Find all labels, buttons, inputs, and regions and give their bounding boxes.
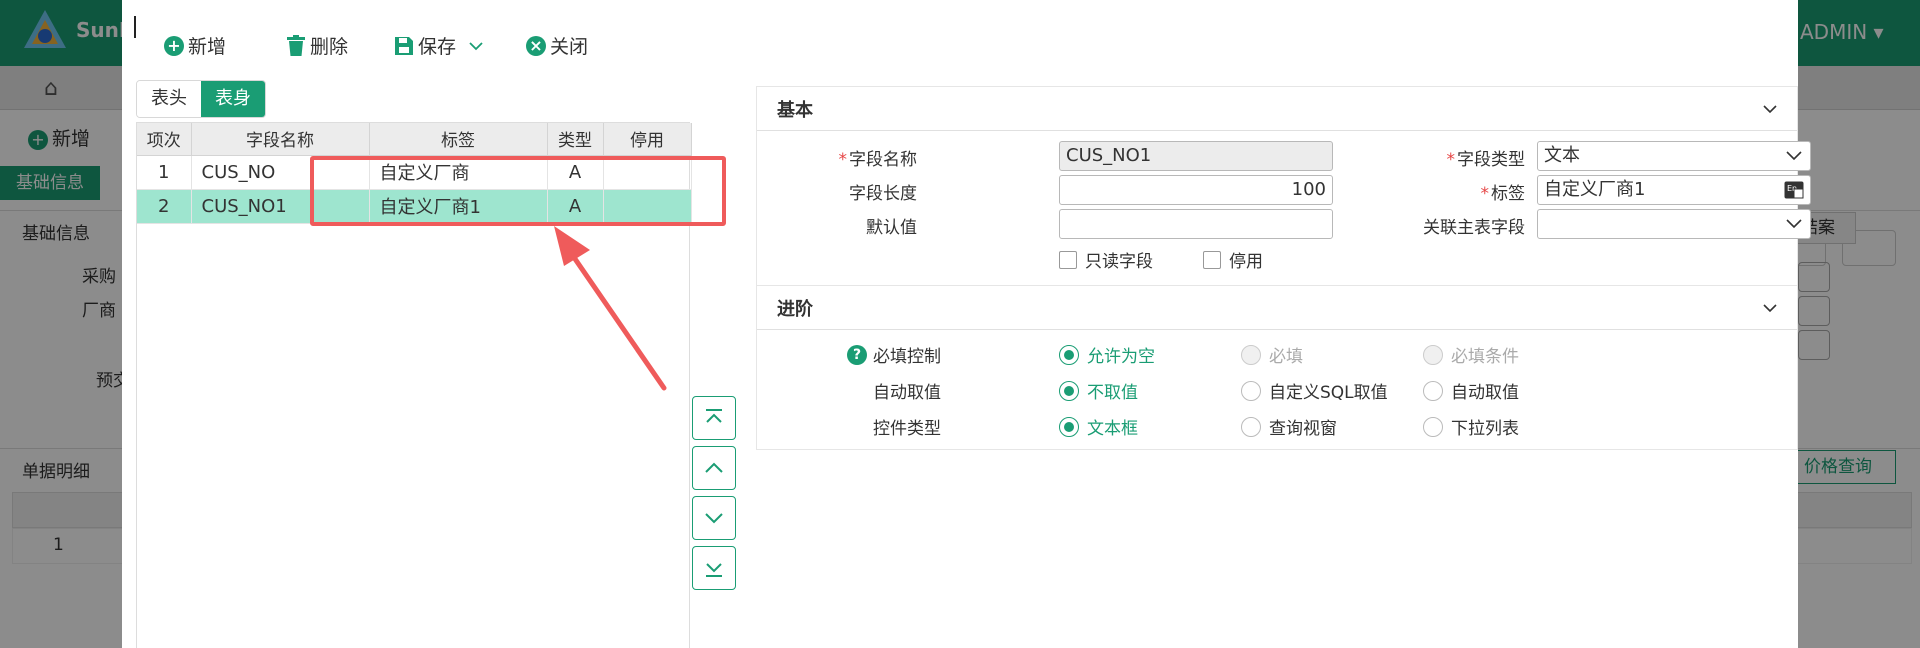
- radio-required-condition[interactable]: 必填条件: [1423, 342, 1519, 367]
- chevron-down-icon[interactable]: [1763, 301, 1777, 315]
- radio-no-value[interactable]: 不取值: [1059, 378, 1138, 403]
- radio-auto-value[interactable]: 自动取值: [1423, 378, 1519, 403]
- tab-header[interactable]: 表头: [137, 81, 201, 117]
- tag-label: * 标签: [1480, 184, 1526, 204]
- delete-button[interactable]: 删除: [286, 32, 348, 59]
- column-header-type[interactable]: 类型: [547, 123, 604, 156]
- chevron-up-icon: [705, 462, 723, 473]
- advanced-panel-header[interactable]: 进阶: [757, 286, 1797, 330]
- translate-icon[interactable]: En: [1784, 181, 1804, 199]
- column-header-label[interactable]: 标签: [369, 123, 548, 156]
- radio-query-window[interactable]: 查询视窗: [1241, 414, 1337, 439]
- move-down-button[interactable]: [692, 496, 736, 540]
- chevron-down-icon[interactable]: [1763, 102, 1777, 116]
- plus-icon: +: [164, 35, 184, 56]
- advanced-panel: 进阶 ? 必填控制 允许为空 必填 必填条件 自动取值 不取值 自定义SQL取值…: [756, 286, 1798, 450]
- field-length-input[interactable]: 100: [1059, 175, 1333, 205]
- linked-field-label: 关联主表字段: [1423, 218, 1525, 238]
- cell-index: 1: [137, 155, 192, 190]
- close-button[interactable]: × 关闭: [526, 32, 588, 59]
- column-header-field-name[interactable]: 字段名称: [191, 123, 370, 156]
- field-type-select[interactable]: 文本: [1537, 141, 1811, 171]
- tab-body[interactable]: 表身: [201, 81, 265, 117]
- field-name-input[interactable]: CUS_NO1: [1059, 141, 1333, 171]
- disable-checkbox[interactable]: 停用: [1203, 247, 1263, 272]
- tag-input[interactable]: 自定义厂商1 En: [1537, 175, 1811, 205]
- column-header-index[interactable]: 项次: [137, 123, 192, 156]
- section-tabs: 表头 表身: [136, 80, 266, 118]
- move-bottom-icon: [706, 563, 722, 577]
- readonly-checkbox[interactable]: 只读字段: [1059, 247, 1153, 272]
- chevron-down-icon: [705, 513, 723, 524]
- radio-dropdown[interactable]: 下拉列表: [1423, 414, 1519, 439]
- radio-allow-empty[interactable]: 允许为空: [1059, 342, 1155, 367]
- move-bottom-button[interactable]: [692, 546, 736, 590]
- chevron-down-icon: [1786, 219, 1802, 229]
- dialog-toolbar: + 新增 删除 保存 × 关闭: [122, 24, 1798, 64]
- chevron-down-icon: [1786, 151, 1802, 161]
- field-name-label: * 字段名称: [838, 150, 918, 170]
- highlight-annotation-box: [310, 156, 726, 226]
- move-top-button[interactable]: [692, 396, 736, 440]
- control-type-label: 控件类型: [873, 419, 941, 439]
- field-length-label: 字段长度: [849, 184, 917, 204]
- move-up-button[interactable]: [692, 446, 736, 490]
- basic-panel-header[interactable]: 基本: [757, 87, 1797, 131]
- default-value-input[interactable]: [1059, 209, 1333, 239]
- required-control-label: ? 必填控制: [797, 342, 941, 367]
- move-top-icon: [706, 409, 722, 423]
- basic-panel: 基本 * 字段名称 CUS_NO1 * 字段类型 文本 字段长度 100 * 标签 自…: [756, 86, 1811, 286]
- radio-textbox[interactable]: 文本框: [1059, 414, 1138, 439]
- field-config-dialog: + 新增 删除 保存 × 关闭 表头 表身 项次 字段名称 标签 类型 停用 1…: [122, 0, 1811, 648]
- linked-field-select[interactable]: [1537, 209, 1811, 239]
- new-button[interactable]: + 新增: [164, 32, 226, 59]
- trash-icon: [287, 34, 305, 56]
- auto-value-label: 自动取值: [873, 383, 941, 403]
- radio-required[interactable]: 必填: [1241, 342, 1303, 367]
- radio-custom-sql[interactable]: 自定义SQL取值: [1241, 378, 1388, 403]
- close-icon: ×: [526, 35, 546, 56]
- chevron-down-icon[interactable]: [468, 40, 484, 52]
- help-icon[interactable]: ?: [847, 344, 867, 365]
- annotation-arrow-icon: [554, 226, 667, 391]
- default-value-label: 默认值: [866, 218, 917, 238]
- column-header-disabled[interactable]: 停用: [603, 123, 692, 156]
- cell-index: 2: [137, 189, 192, 224]
- field-type-label: * 字段类型: [1446, 150, 1526, 170]
- save-icon: [395, 36, 413, 55]
- save-button[interactable]: 保存: [394, 32, 484, 59]
